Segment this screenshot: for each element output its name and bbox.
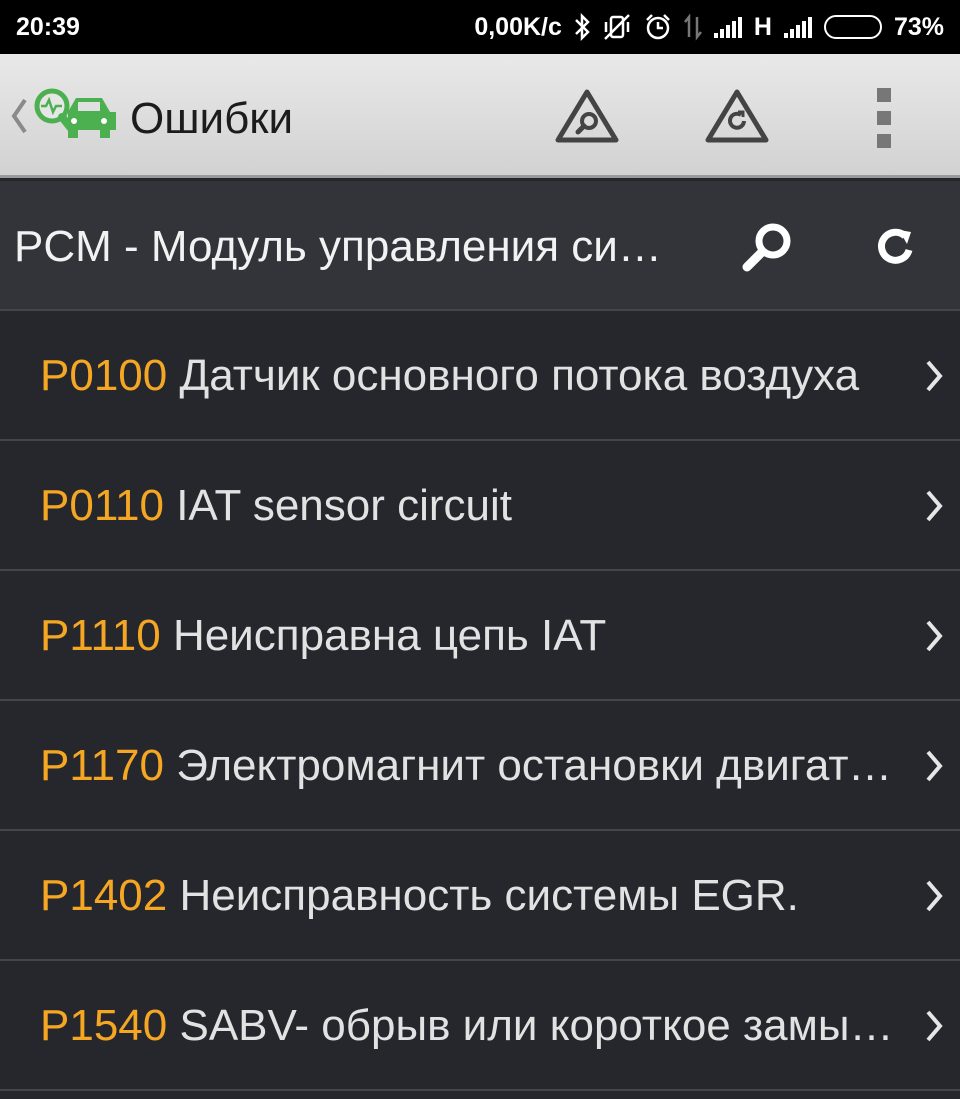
page-title: Ошибки: [130, 94, 294, 143]
error-entry: P1110 Неисправна цепь IAT: [40, 609, 900, 663]
back-chevron-icon[interactable]: [10, 96, 28, 141]
error-entry: P1170 Электромагнит остановки двигателя: [40, 739, 900, 793]
list-item[interactable]: P0100 Датчик основного потока воздуха: [0, 311, 960, 441]
error-entry: P0100 Датчик основного потока воздуха: [40, 349, 900, 403]
network-speed: 0,00K/с: [474, 12, 562, 41]
error-code: P1170: [40, 741, 164, 790]
list-item[interactable]: P1540 SABV- обрыв или короткое замыкание: [0, 961, 960, 1091]
error-description: SABV- обрыв или короткое замыкание: [179, 1001, 900, 1050]
error-description: Неисправна цепь IAT: [172, 611, 607, 660]
list-item[interactable]: P0110 IAT sensor circuit: [0, 441, 960, 571]
error-code: P1110: [40, 611, 161, 660]
error-description: Датчик основного потока воздуха: [179, 351, 860, 400]
battery-percent: 73%: [893, 12, 944, 41]
app-bar: Ошибки: [0, 54, 960, 178]
battery-icon: [823, 15, 882, 39]
error-entry: P1402 Неисправность системы EGR.: [40, 869, 900, 923]
chevron-right-icon: [924, 619, 944, 658]
bluetooth-icon: [574, 12, 590, 42]
error-list: P0100 Датчик основного потока воздуха P0…: [0, 311, 960, 1091]
chevron-right-icon: [924, 489, 944, 528]
chevron-right-icon: [924, 1009, 944, 1048]
vibrate-off-icon: [602, 12, 632, 42]
chevron-right-icon: [924, 879, 944, 918]
chevron-right-icon: [924, 359, 944, 398]
app-logo-icon[interactable]: [30, 84, 120, 153]
error-description: Неисправность системы EGR.: [179, 871, 799, 920]
search-icon[interactable]: [736, 215, 800, 279]
list-item[interactable]: P1170 Электромагнит остановки двигателя: [0, 701, 960, 831]
module-title: PCM - Модуль управления силовым агрегато…: [14, 222, 684, 271]
status-bar: 20:39 0,00K/с H 73%: [0, 0, 960, 54]
warning-refresh-icon[interactable]: [702, 86, 772, 146]
error-entry: P1540 SABV- обрыв или короткое замыкание: [40, 999, 900, 1053]
chevron-right-icon: [924, 749, 944, 788]
data-arrows-icon: [683, 12, 702, 42]
error-code: P1540: [40, 1001, 168, 1050]
error-description: Электромагнит остановки двигателя: [176, 741, 900, 790]
network-type: H: [753, 12, 772, 41]
warning-search-icon[interactable]: [552, 86, 622, 146]
error-code: P1402: [40, 871, 168, 920]
error-entry: P0110 IAT sensor circuit: [40, 479, 900, 533]
alarm-icon: [644, 12, 672, 42]
error-code: P0100: [40, 351, 168, 400]
error-code: P0110: [40, 481, 164, 530]
list-item[interactable]: P1110 Неисправна цепь IAT: [0, 571, 960, 701]
list-item[interactable]: P1402 Неисправность системы EGR.: [0, 831, 960, 961]
refresh-icon[interactable]: [864, 215, 928, 279]
status-icons: 0,00K/с H 73%: [474, 12, 944, 42]
overflow-menu-icon[interactable]: [868, 88, 900, 148]
signal-icon-2: [783, 16, 812, 38]
error-description: IAT sensor circuit: [176, 481, 513, 530]
status-time: 20:39: [16, 12, 80, 41]
signal-icon: [713, 16, 742, 38]
module-header: PCM - Модуль управления силовым агрегато…: [0, 181, 960, 311]
